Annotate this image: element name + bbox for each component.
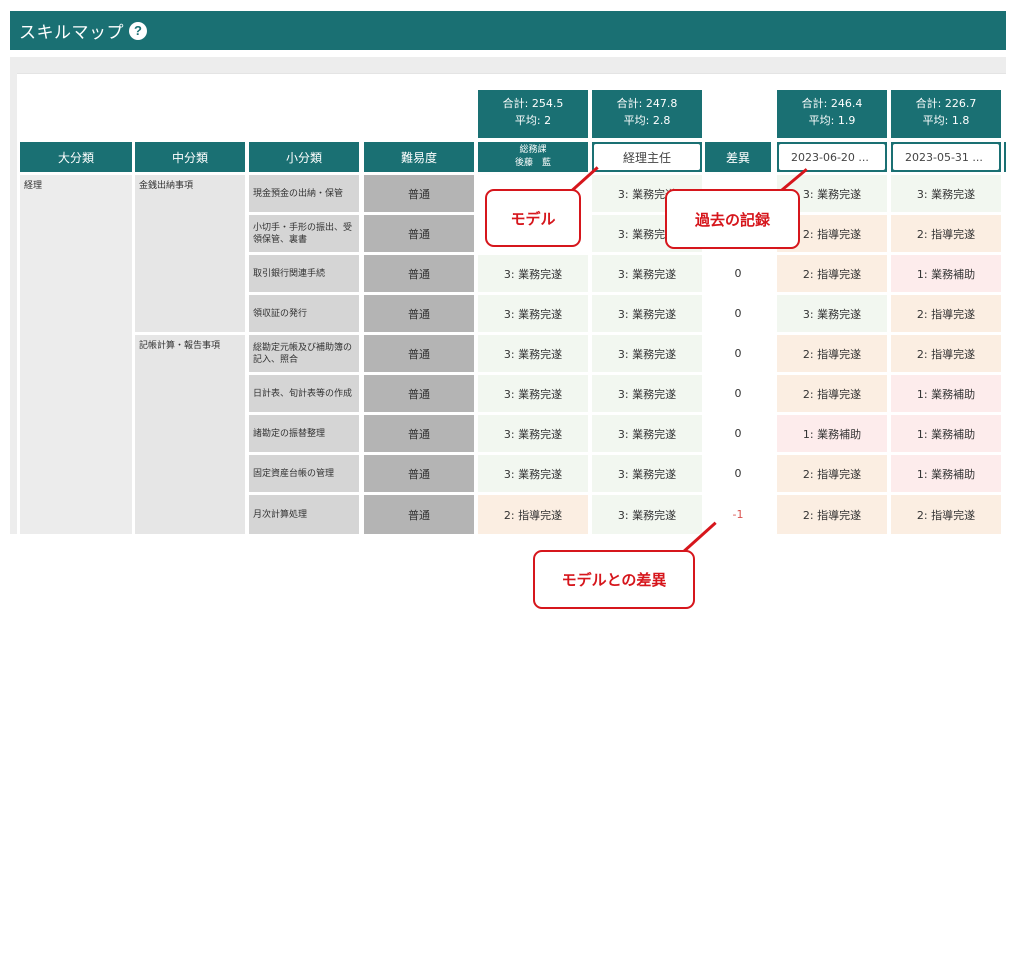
model-skill-cell: 3: 業務完遂: [592, 495, 702, 534]
person-name: 後藤 藍: [514, 158, 551, 168]
mid-category-label: 記帳計算・報告事項: [139, 341, 221, 351]
person-skill-cell: 2: 指導完遂: [478, 495, 588, 534]
small-category: 諸勘定の振替整理: [249, 415, 359, 452]
summary-total: 合計: 254.5: [502, 97, 564, 110]
difficulty-cell: 普通: [364, 335, 474, 372]
summary-average: 平均: 1.8: [922, 114, 970, 127]
difficulty-cell: 普通: [364, 255, 474, 292]
difficulty-cell: 普通: [364, 495, 474, 534]
record-2-skill-cell: 1: 業務補助: [891, 255, 1001, 292]
diff-cell: 0: [734, 427, 742, 440]
summary-record-2: 合計: 226.7 平均: 1.8: [891, 90, 1001, 138]
diff-cell: 0: [734, 267, 742, 280]
summary-total: 合計: 247.8: [616, 97, 678, 110]
record-1-skill-cell: 2: 指導完遂: [777, 455, 887, 492]
record-select-1-value[interactable]: 2023-06-20 ...: [779, 144, 885, 170]
header-mid-category: 中分類: [135, 142, 245, 172]
small-category: 総勘定元帳及び補助簿の記入、照合: [249, 335, 359, 372]
diff-cell: 0: [734, 307, 742, 320]
person-skill-cell: 3: 業務完遂: [478, 455, 588, 492]
person-skill-cell: 3: 業務完遂: [478, 255, 588, 292]
difficulty-cell: 普通: [364, 215, 474, 252]
page-title: スキルマップ: [19, 23, 124, 43]
diff-cell: 0: [734, 387, 742, 400]
summary-average: 平均: 2.8: [623, 114, 671, 127]
model-select-value[interactable]: 経理主任: [594, 144, 700, 170]
model-skill-cell: 3: 業務完遂: [592, 255, 702, 292]
summary-total: 合計: 246.4: [801, 97, 863, 110]
model-skill-cell: 3: 業務完遂: [592, 295, 702, 332]
small-category: 月次計算処理: [249, 495, 359, 534]
record-1-skill-cell: 2: 指導完遂: [777, 335, 887, 372]
small-category: 日計表、旬計表等の作成: [249, 375, 359, 412]
record-1-skill-cell: 2: 指導完遂: [777, 375, 887, 412]
small-category: 現金預金の出納・保管: [249, 175, 359, 212]
summary-model: 合計: 247.8 平均: 2.8: [592, 90, 702, 138]
callout-diff: モデルとの差異: [533, 550, 695, 609]
person-skill-cell: 3: 業務完遂: [478, 375, 588, 412]
model-skill-cell: 3: 業務完遂: [592, 375, 702, 412]
summary-average: 平均: 1.9: [808, 114, 856, 127]
difficulty-cell: 普通: [364, 455, 474, 492]
record-1-skill-cell: 2: 指導完遂: [777, 255, 887, 292]
diff-cell-negative: -1: [732, 508, 744, 521]
page-header: スキルマップ ?: [10, 11, 1006, 50]
diff-cell: 0: [734, 347, 742, 360]
difficulty-cell: 普通: [364, 375, 474, 412]
header-major-category: 大分類: [20, 142, 132, 172]
small-category: 領収証の発行: [249, 295, 359, 332]
model-select[interactable]: 経理主任: [592, 142, 702, 172]
small-category: 取引銀行関連手続: [249, 255, 359, 292]
header-diff: 差異: [705, 142, 771, 172]
difficulty-cell: 普通: [364, 175, 474, 212]
model-skill-cell: 3: 業務完遂: [592, 415, 702, 452]
header-difficulty: 難易度: [364, 142, 474, 172]
record-2-skill-cell: 2: 指導完遂: [891, 495, 1001, 534]
record-1-skill-cell: 2: 指導完遂: [777, 495, 887, 534]
difficulty-cell: 普通: [364, 295, 474, 332]
header-small-category: 小分類: [249, 142, 359, 172]
record-select-2-value[interactable]: 2023-05-31 ...: [893, 144, 999, 170]
record-2-skill-cell: 2: 指導完遂: [891, 335, 1001, 372]
diff-cell: 0: [734, 467, 742, 480]
small-category: 固定資産台帳の管理: [249, 455, 359, 492]
record-1-skill-cell: 3: 業務完遂: [777, 295, 887, 332]
header-overflow-edge: [1004, 142, 1006, 172]
callout-model: モデル: [485, 189, 581, 247]
small-category: 小切手・手形の振出、受領保管、裏書: [249, 215, 359, 252]
record-2-skill-cell: 1: 業務補助: [891, 415, 1001, 452]
major-category-cell: [20, 175, 132, 534]
record-select-1[interactable]: 2023-06-20 ...: [777, 142, 887, 172]
mid-category-cell: [135, 175, 245, 332]
help-icon[interactable]: ?: [129, 21, 147, 40]
record-2-skill-cell: 2: 指導完遂: [891, 215, 1001, 252]
person-skill-cell: 3: 業務完遂: [478, 335, 588, 372]
summary-record-1: 合計: 246.4 平均: 1.9: [777, 90, 887, 138]
summary-total: 合計: 226.7: [915, 97, 977, 110]
mid-category-cell: [135, 335, 245, 534]
header-person: 総務課 後藤 藍: [478, 142, 588, 172]
record-1-skill-cell: 1: 業務補助: [777, 415, 887, 452]
summary-person: 合計: 254.5 平均: 2: [478, 90, 588, 138]
major-category-label: 経理: [24, 181, 43, 191]
mid-category-label: 金銭出納事項: [139, 181, 194, 191]
record-2-skill-cell: 1: 業務補助: [891, 455, 1001, 492]
record-2-skill-cell: 1: 業務補助: [891, 375, 1001, 412]
difficulty-cell: 普通: [364, 415, 474, 452]
callout-past-records: 過去の記録: [665, 189, 800, 249]
record-select-2[interactable]: 2023-05-31 ...: [891, 142, 1001, 172]
model-skill-cell: 3: 業務完遂: [592, 335, 702, 372]
person-skill-cell: 3: 業務完遂: [478, 295, 588, 332]
record-2-skill-cell: 3: 業務完遂: [891, 175, 1001, 212]
person-skill-cell: 3: 業務完遂: [478, 415, 588, 452]
model-skill-cell: 3: 業務完遂: [592, 455, 702, 492]
record-2-skill-cell: 2: 指導完遂: [891, 295, 1001, 332]
summary-average: 平均: 2: [514, 114, 552, 127]
person-department: 総務課: [519, 145, 547, 155]
